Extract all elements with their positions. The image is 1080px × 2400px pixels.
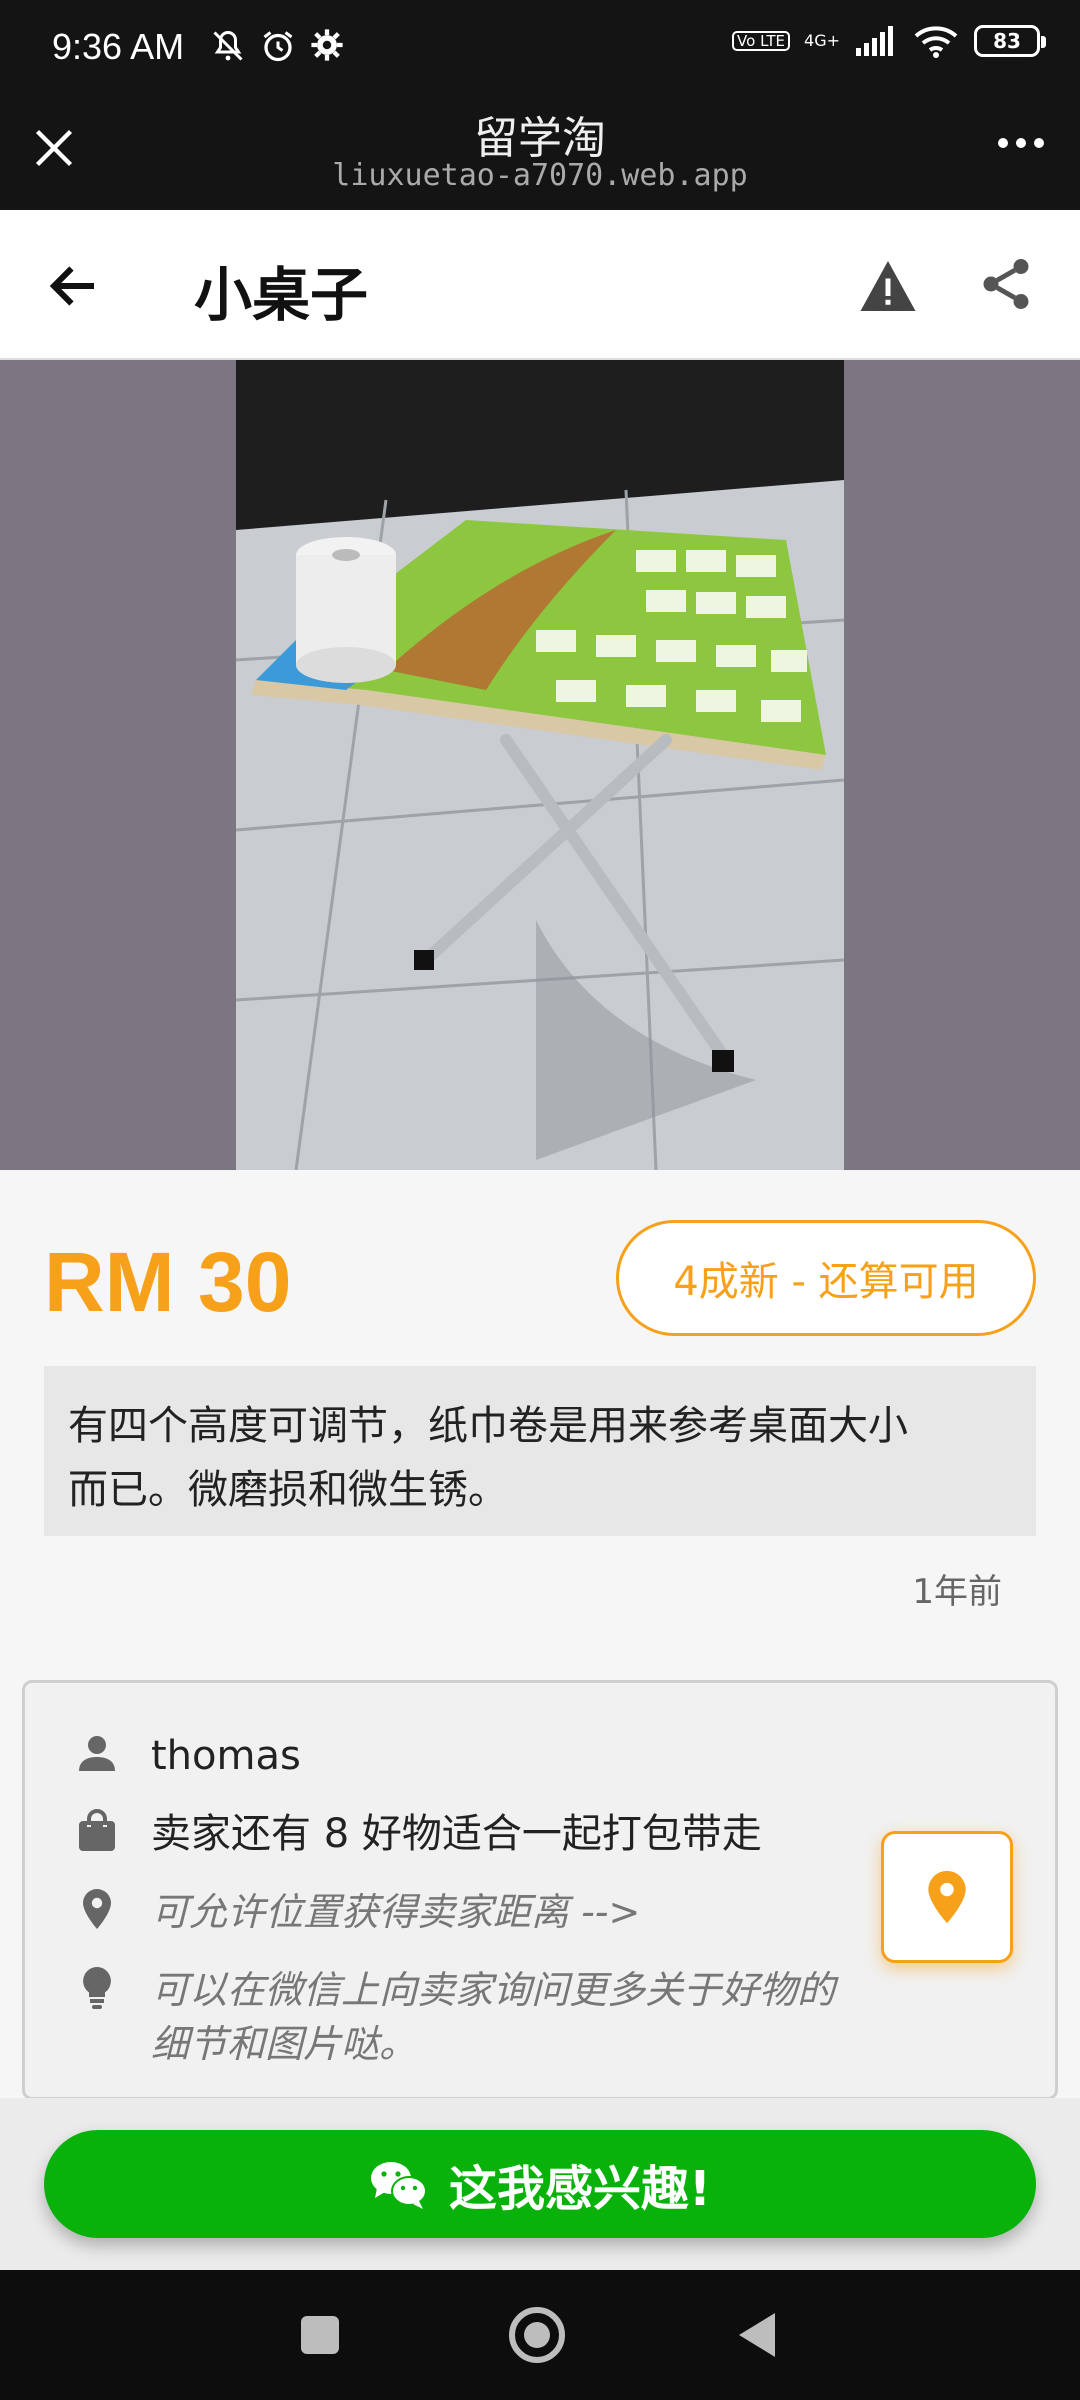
app-bar: 小桌子 bbox=[0, 210, 1080, 360]
location-hint: 可允许位置获得卖家距离 --> bbox=[151, 1890, 641, 1934]
ampm-text: AM bbox=[130, 26, 185, 67]
wechat-icon bbox=[371, 2162, 428, 2209]
more-options-icon[interactable] bbox=[998, 138, 1044, 148]
page-title: 小桌子 bbox=[194, 261, 369, 329]
description-box: 有四个高度可调节，纸巾卷是用来参考桌面大小 而已。微磨损和微生锈。 bbox=[44, 1366, 1036, 1536]
screen: 9:36 AM Vo LTE 4G+ 83 留学淘 liuxuetao-a707… bbox=[0, 0, 1080, 2400]
alarm-icon bbox=[263, 31, 293, 62]
time-text: 9:36 bbox=[52, 26, 123, 67]
seller-card: thomas 卖家还有 8 好物适合一起打包带走 可允许位置获得卖家距离 -->… bbox=[22, 1680, 1058, 2100]
location-marker-icon bbox=[928, 1870, 966, 1924]
status-left-icons bbox=[210, 28, 344, 64]
location-button[interactable] bbox=[881, 1831, 1013, 1963]
lightbulb-icon bbox=[83, 1967, 111, 2009]
description-line-2: 而已。微磨损和微生锈。 bbox=[68, 1467, 508, 1513]
recents-button[interactable] bbox=[301, 2316, 339, 2354]
person-icon bbox=[79, 1736, 115, 1771]
signal-icon bbox=[856, 26, 893, 56]
battery-level: 83 bbox=[993, 29, 1021, 53]
browser-bar: 留学淘 liuxuetao-a7070.web.app bbox=[0, 96, 1080, 210]
seller-more-items: 卖家还有 8 好物适合一起打包带走 bbox=[151, 1811, 762, 1857]
system-nav-bar bbox=[0, 2270, 1080, 2400]
browser-url: liuxuetao-a7070.web.app bbox=[332, 158, 748, 193]
status-right: Vo LTE 4G+ 83 bbox=[732, 24, 1046, 58]
wechat-tip: 可以在微信上向卖家询问更多关于好物的 细节和图片哒。 bbox=[151, 1963, 835, 2071]
location-pin-icon bbox=[83, 1889, 111, 1929]
wechat-tip-row: 可以在微信上向卖家询问更多关于好物的 细节和图片哒。 bbox=[73, 1963, 835, 2071]
description-line-1: 有四个高度可调节，纸巾卷是用来参考桌面大小 bbox=[68, 1403, 908, 1449]
shopping-bag-icon bbox=[79, 1809, 115, 1851]
seller-name-row[interactable]: thomas bbox=[73, 1729, 301, 1783]
volte-badge: Vo LTE bbox=[732, 31, 791, 51]
wechat-tip-line-2: 细节和图片哒。 bbox=[151, 2022, 418, 2066]
back-arrow-icon[interactable] bbox=[44, 256, 104, 316]
location-hint-row: 可允许位置获得卖家距离 --> bbox=[73, 1885, 640, 1939]
price: RM 30 bbox=[44, 1235, 292, 1329]
seller-name: thomas bbox=[151, 1733, 301, 1779]
share-icon[interactable] bbox=[976, 254, 1036, 314]
browser-title: 留学淘 bbox=[474, 113, 606, 164]
posted-time: 1年前 bbox=[912, 1572, 1002, 1612]
table-photo-illustration bbox=[236, 360, 844, 1170]
interested-button[interactable]: 这我感兴趣! bbox=[44, 2130, 1036, 2238]
report-warning-icon[interactable] bbox=[858, 258, 918, 314]
battery-icon: 83 bbox=[974, 25, 1046, 57]
back-triangle-icon[interactable] bbox=[735, 2311, 779, 2359]
product-image-area bbox=[0, 360, 1080, 1170]
network-type: 4G+ bbox=[804, 31, 840, 50]
wechat-tip-line-1: 可以在微信上向卖家询问更多关于好物的 bbox=[151, 1968, 836, 2012]
home-button[interactable] bbox=[509, 2307, 565, 2363]
interested-button-label: 这我感兴趣! bbox=[449, 2161, 711, 2217]
status-time: 9:36 AM bbox=[52, 26, 184, 68]
status-bar: 9:36 AM Vo LTE 4G+ 83 bbox=[0, 0, 1080, 96]
bottom-action-bar: 这我感兴趣! bbox=[0, 2098, 1080, 2270]
product-photo[interactable] bbox=[236, 360, 844, 1170]
settings-icon bbox=[311, 29, 343, 61]
mute-icon bbox=[213, 30, 243, 61]
seller-more-items-row[interactable]: 卖家还有 8 好物适合一起打包带走 bbox=[73, 1807, 762, 1861]
condition-badge: 4成新 - 还算可用 bbox=[616, 1220, 1036, 1336]
wifi-icon bbox=[914, 26, 958, 58]
